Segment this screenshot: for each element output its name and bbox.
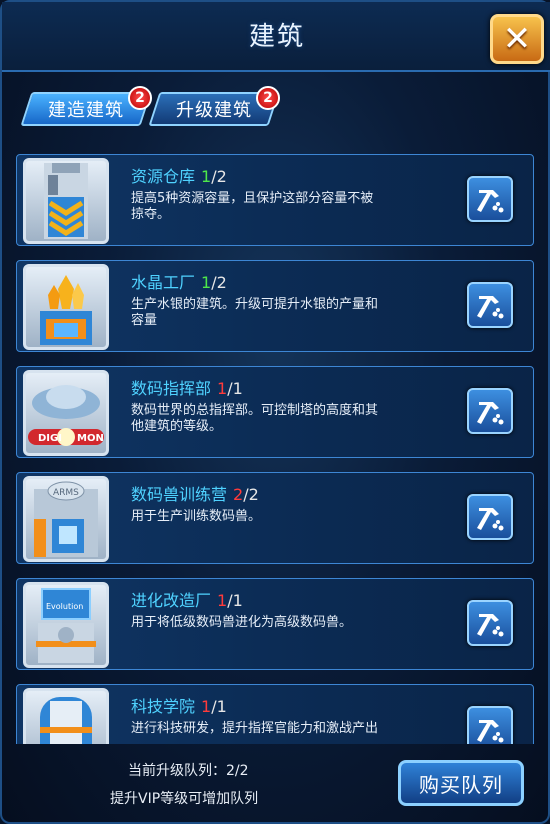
building-level: 1: [217, 379, 228, 398]
buy-queue-button[interactable]: 购买队列: [398, 760, 524, 806]
building-name-text: 数码指挥部: [131, 379, 212, 398]
title-bar: 建筑 ✕: [2, 2, 550, 72]
training-camp-icon: ARMS: [23, 476, 109, 562]
hammer-icon: [477, 402, 504, 425]
building-description: 提高5种资源容量，且保护这部分容量不被掠夺。: [131, 191, 374, 222]
upgrade-button[interactable]: [467, 706, 513, 744]
building-level: 1: [217, 591, 228, 610]
building-level-max: /1: [227, 379, 243, 398]
building-level: 1: [201, 697, 212, 716]
building-name: 数码指挥部 1/1: [131, 375, 243, 399]
hammer-icon: [477, 614, 504, 637]
vip-hint: 提升VIP等级可增加队列: [110, 791, 259, 807]
tab-build-label: 建造建筑: [48, 100, 124, 121]
building-name: 数码兽训练营 2/2: [131, 481, 259, 505]
evolution-factory-icon: Evolution: [23, 582, 109, 668]
tech-academy-icon: [23, 688, 109, 744]
building-name: 科技学院 1/1: [131, 693, 227, 717]
hammer-icon: [477, 508, 504, 531]
building-name-text: 水晶工厂: [131, 273, 196, 292]
hammer-icon: [477, 296, 504, 319]
close-button[interactable]: ✕: [490, 14, 544, 64]
building-name-text: 进化改造厂: [131, 591, 212, 610]
building-name-text: 资源仓库: [131, 167, 196, 186]
building-level: 1: [201, 273, 212, 292]
building-card: ARMS 数码兽训练营 2/2 用于生产训练数码兽。: [16, 472, 534, 564]
building-name-text: 科技学院: [131, 697, 196, 716]
building-description: 进行科技研发，提升指挥官能力和激战产出: [131, 721, 379, 736]
building-level-max: /1: [211, 697, 227, 716]
building-level-max: /2: [243, 485, 259, 504]
building-name: 水晶工厂 1/2: [131, 269, 227, 293]
hammer-icon: [477, 190, 504, 213]
building-level-max: /1: [227, 591, 243, 610]
building-description: 用于将低级数码兽进化为高级数码兽。: [131, 615, 353, 630]
building-level: 1: [201, 167, 212, 186]
upgrade-button[interactable]: [467, 176, 513, 222]
building-name: 资源仓库 1/2: [131, 163, 227, 187]
building-level: 2: [233, 485, 244, 504]
upgrade-button[interactable]: [467, 494, 513, 540]
building-card: Evolution 进化改造厂 1/1 用于将低级数码兽进化为高级数码兽。: [16, 578, 534, 670]
digimon-hq-icon: DIGI MON: [23, 370, 109, 456]
building-card: 水晶工厂 1/2 生产水银的建筑。升级可提升水银的产量和容量: [16, 260, 534, 352]
building-description: 数码世界的总指挥部。可控制塔的高度和其他建筑的等级。: [131, 403, 379, 434]
crystal-factory-icon: [23, 264, 109, 350]
building-description: 用于生产训练数码兽。: [131, 509, 262, 524]
mon-label: MON: [77, 433, 104, 444]
building-panel: 建筑 ✕ 建造建筑 2 升级建筑 2 资源仓库 1/2 提高5种资源容量，且保护…: [0, 0, 550, 824]
upgrade-button[interactable]: [467, 388, 513, 434]
building-list[interactable]: 资源仓库 1/2 提高5种资源容量，且保护这部分容量不被掠夺。 水晶工厂 1/2…: [16, 154, 536, 744]
page-title: 建筑: [248, 22, 305, 52]
warehouse-icon: [23, 158, 109, 244]
building-name-text: 数码兽训练营: [131, 485, 228, 504]
building-level-max: /2: [211, 273, 227, 292]
building-card: DIGI MON 数码指挥部 1/1 数码世界的总指挥部。可控制塔的高度和其他建筑…: [16, 366, 534, 458]
building-level-max: /2: [211, 167, 227, 186]
tab-upgrade-label: 升级建筑: [176, 100, 252, 121]
building-card: 资源仓库 1/2 提高5种资源容量，且保护这部分容量不被掠夺。: [16, 154, 534, 246]
evolution-label: Evolution: [46, 602, 83, 611]
tab-upgrade-badge: 2: [256, 86, 280, 110]
upgrade-button[interactable]: [467, 600, 513, 646]
tab-build-badge: 2: [128, 86, 152, 110]
hammer-icon: [477, 720, 504, 743]
building-name: 进化改造厂 1/1: [131, 587, 243, 611]
close-icon: ✕: [502, 19, 532, 59]
building-card: 科技学院 1/1 进行科技研发，提升指挥官能力和激战产出: [16, 684, 534, 744]
upgrade-button[interactable]: [467, 282, 513, 328]
digi-label: DIGI: [38, 433, 62, 444]
queue-status: 当前升级队列：2/2: [128, 763, 249, 779]
arms-label: ARMS: [53, 488, 79, 498]
building-description: 生产水银的建筑。升级可提升水银的产量和容量: [131, 297, 379, 328]
